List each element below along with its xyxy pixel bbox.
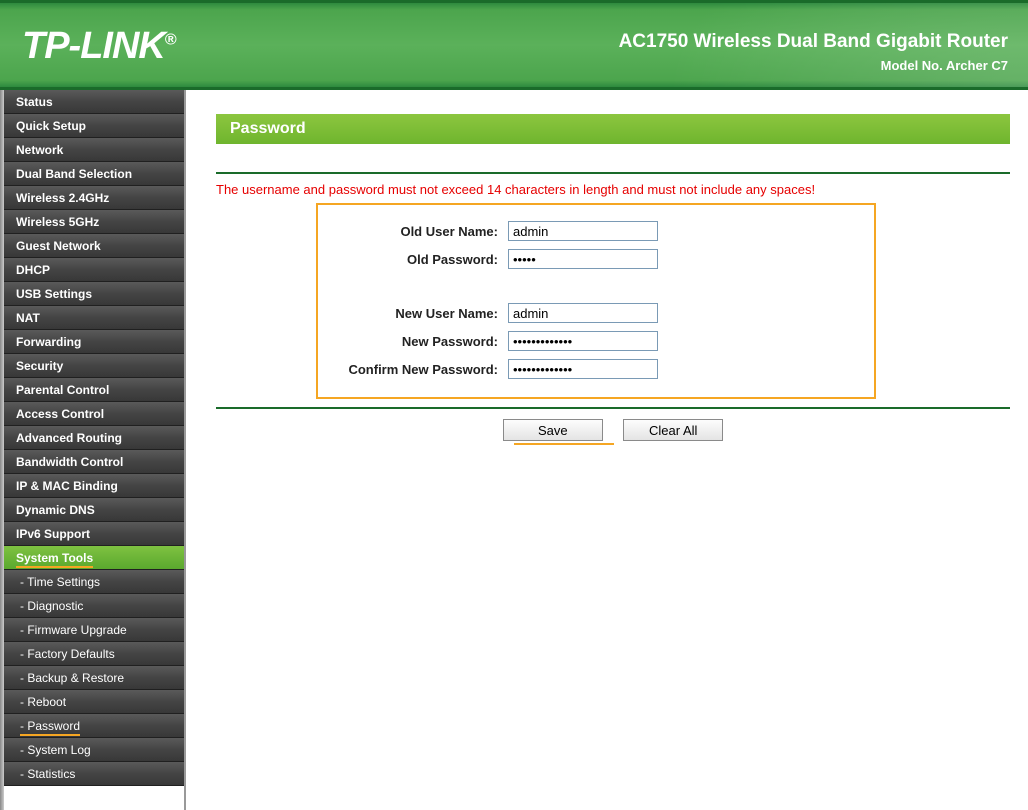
nav-item-ip-mac-binding[interactable]: IP & MAC Binding bbox=[0, 474, 184, 498]
nav-item-network[interactable]: Network bbox=[0, 138, 184, 162]
nav-item-diagnostic[interactable]: - Diagnostic bbox=[0, 594, 184, 618]
nav-item-nat[interactable]: NAT bbox=[0, 306, 184, 330]
new-password-input[interactable] bbox=[508, 331, 658, 351]
warning-text: The username and password must not excee… bbox=[216, 182, 1010, 197]
old-username-input[interactable] bbox=[508, 221, 658, 241]
nav-item-advanced-routing[interactable]: Advanced Routing bbox=[0, 426, 184, 450]
header: TP-LINK® AC1750 Wireless Dual Band Gigab… bbox=[0, 0, 1028, 90]
main-content: Password The username and password must … bbox=[186, 90, 1028, 810]
nav-item-ipv6-support[interactable]: IPv6 Support bbox=[0, 522, 184, 546]
nav-item-guest-network[interactable]: Guest Network bbox=[0, 234, 184, 258]
nav-item-parental-control[interactable]: Parental Control bbox=[0, 378, 184, 402]
nav-item-wireless-2-4ghz[interactable]: Wireless 2.4GHz bbox=[0, 186, 184, 210]
new-username-label: New User Name: bbox=[328, 306, 508, 321]
nav-item-reboot[interactable]: - Reboot bbox=[0, 690, 184, 714]
confirm-password-label: Confirm New Password: bbox=[328, 362, 508, 377]
sidebar-nav: StatusQuick SetupNetworkDual Band Select… bbox=[0, 90, 186, 810]
nav-label: - Password bbox=[20, 719, 80, 736]
nav-item-system-log[interactable]: - System Log bbox=[0, 738, 184, 762]
new-password-label: New Password: bbox=[328, 334, 508, 349]
button-row: Save Clear All bbox=[216, 419, 1010, 445]
password-form-box: Old User Name: Old Password: New User Na… bbox=[316, 203, 876, 399]
old-password-input[interactable] bbox=[508, 249, 658, 269]
nav-item-factory-defaults[interactable]: - Factory Defaults bbox=[0, 642, 184, 666]
old-password-label: Old Password: bbox=[328, 252, 508, 267]
nav-item-wireless-5ghz[interactable]: Wireless 5GHz bbox=[0, 210, 184, 234]
nav-item-bandwidth-control[interactable]: Bandwidth Control bbox=[0, 450, 184, 474]
logo-registered: ® bbox=[165, 31, 176, 48]
nav-item-backup-restore[interactable]: - Backup & Restore bbox=[0, 666, 184, 690]
nav-item-access-control[interactable]: Access Control bbox=[0, 402, 184, 426]
clear-all-button[interactable]: Clear All bbox=[623, 419, 723, 441]
nav-label: System Tools bbox=[16, 551, 93, 568]
new-username-input[interactable] bbox=[508, 303, 658, 323]
brand-logo: TP-LINK® bbox=[22, 25, 176, 68]
divider bbox=[216, 172, 1010, 174]
nav-item-forwarding[interactable]: Forwarding bbox=[0, 330, 184, 354]
nav-item-system-tools[interactable]: System Tools bbox=[0, 546, 184, 570]
nav-item-time-settings[interactable]: - Time Settings bbox=[0, 570, 184, 594]
save-highlight bbox=[514, 443, 614, 445]
nav-item-firmware-upgrade[interactable]: - Firmware Upgrade bbox=[0, 618, 184, 642]
nav-item-security[interactable]: Security bbox=[0, 354, 184, 378]
nav-item-status[interactable]: Status bbox=[0, 90, 184, 114]
nav-item-statistics[interactable]: - Statistics bbox=[0, 762, 184, 786]
page-title: Password bbox=[216, 114, 1010, 144]
nav-item-password[interactable]: - Password bbox=[0, 714, 184, 738]
nav-item-usb-settings[interactable]: USB Settings bbox=[0, 282, 184, 306]
confirm-password-input[interactable] bbox=[508, 359, 658, 379]
old-username-label: Old User Name: bbox=[328, 224, 508, 239]
model-number: Model No. Archer C7 bbox=[881, 58, 1008, 73]
nav-item-dynamic-dns[interactable]: Dynamic DNS bbox=[0, 498, 184, 522]
nav-item-dual-band-selection[interactable]: Dual Band Selection bbox=[0, 162, 184, 186]
product-title: AC1750 Wireless Dual Band Gigabit Router bbox=[619, 31, 1008, 53]
divider bbox=[216, 407, 1010, 409]
save-button[interactable]: Save bbox=[503, 419, 603, 441]
nav-item-dhcp[interactable]: DHCP bbox=[0, 258, 184, 282]
nav-item-quick-setup[interactable]: Quick Setup bbox=[0, 114, 184, 138]
logo-text: TP-LINK bbox=[22, 25, 165, 67]
